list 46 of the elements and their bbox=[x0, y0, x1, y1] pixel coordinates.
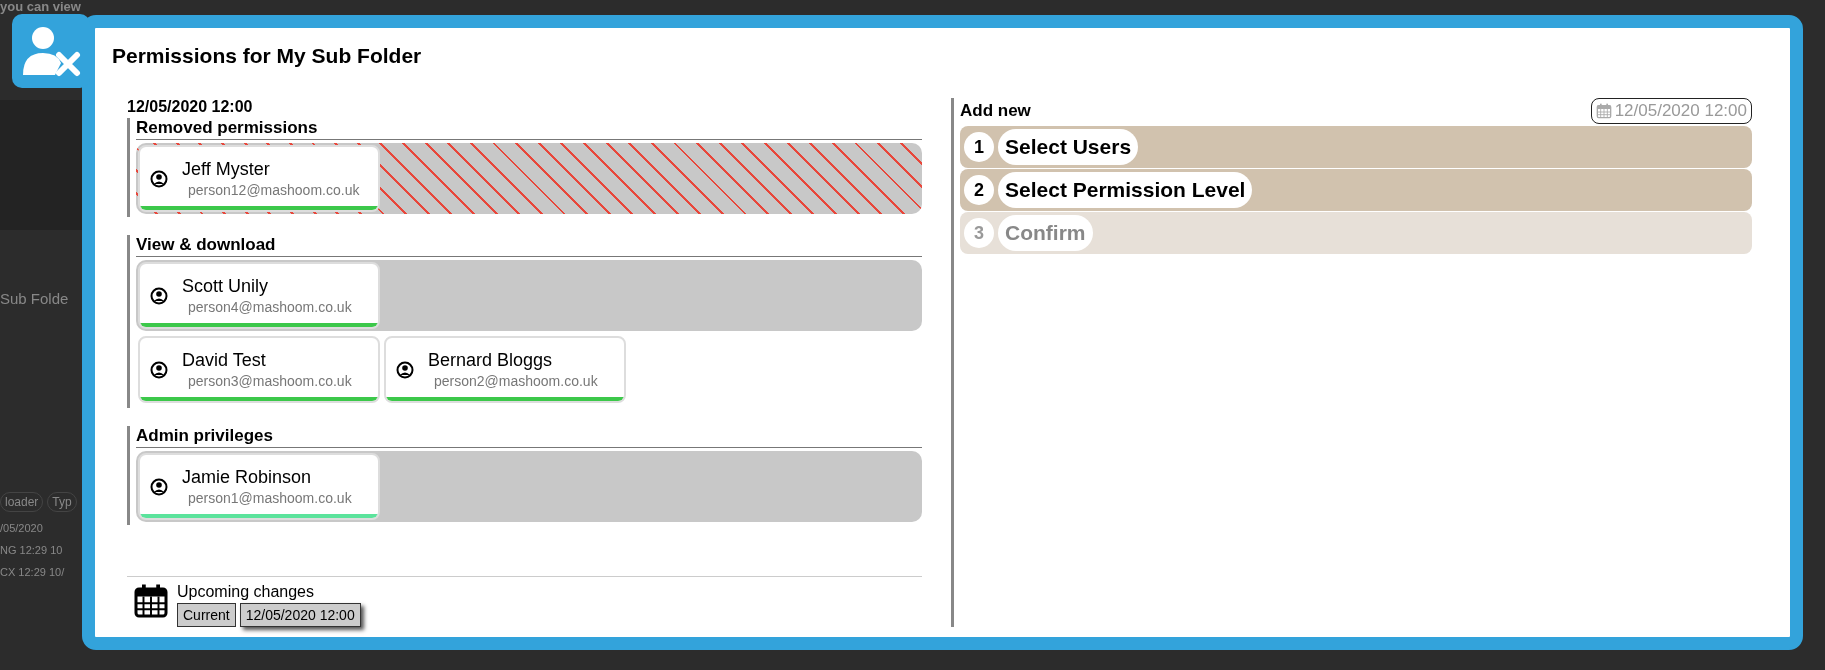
upcoming-label: Upcoming changes bbox=[177, 583, 315, 601]
user-icon bbox=[150, 169, 168, 188]
user-email: person1@mashoom.co.uk bbox=[188, 490, 352, 506]
page-heading: you can view bbox=[0, 0, 81, 14]
user-name: Scott Unily bbox=[182, 276, 270, 297]
section-title: Removed permissions bbox=[136, 118, 922, 140]
date-value: 12/05/2020 12:00 bbox=[1614, 101, 1747, 121]
user-email: person2@mashoom.co.uk bbox=[434, 373, 598, 389]
section-title: View & download bbox=[136, 235, 922, 257]
table-cell: /05/2020 bbox=[0, 522, 43, 534]
folder-name: Sub Folde bbox=[0, 290, 69, 307]
step-label: Confirm bbox=[998, 215, 1093, 251]
remove-user-icon bbox=[21, 25, 81, 77]
calendar-icon bbox=[1595, 103, 1612, 119]
calendar-icon bbox=[133, 583, 169, 619]
wizard-step[interactable]: 1 Select Users bbox=[960, 126, 1752, 168]
step-label: Select Users bbox=[998, 129, 1139, 165]
user-name: David Test bbox=[182, 350, 267, 371]
user-card[interactable]: Scott Unily person4@mashoom.co.uk bbox=[138, 262, 380, 329]
step-number: 3 bbox=[964, 218, 994, 248]
step-label: Select Permission Level bbox=[998, 172, 1253, 208]
date-heading: 12/05/2020 12:00 bbox=[127, 98, 254, 116]
dialog-title: Permissions for My Sub Folder bbox=[112, 44, 423, 68]
section-title: Admin privileges bbox=[136, 426, 922, 448]
date-option[interactable]: 12/05/2020 12:00 bbox=[239, 603, 361, 627]
step-number: 1 bbox=[964, 132, 994, 162]
wizard-step[interactable]: 2 Select Permission Level bbox=[960, 169, 1752, 211]
user-name: Bernard Bloggs bbox=[428, 350, 554, 371]
user-email: person3@mashoom.co.uk bbox=[188, 373, 352, 389]
date-option[interactable]: Current bbox=[177, 603, 236, 627]
user-email: person4@mashoom.co.uk bbox=[188, 299, 352, 315]
table-cell: CX 12:29 10/ bbox=[0, 566, 65, 578]
user-card[interactable]: Jamie Robinson person1@mashoom.co.uk bbox=[138, 453, 380, 520]
user-icon bbox=[150, 477, 168, 496]
user-icon bbox=[396, 360, 414, 379]
user-email: person12@mashoom.co.uk bbox=[188, 182, 360, 198]
user-icon bbox=[150, 360, 168, 379]
add-new-title: Add new bbox=[960, 101, 1031, 121]
user-name: Jeff Myster bbox=[182, 159, 271, 180]
step-number: 2 bbox=[964, 175, 994, 205]
user-card[interactable]: David Test person3@mashoom.co.uk bbox=[138, 336, 380, 403]
user-name: Jamie Robinson bbox=[182, 467, 313, 488]
table-cell: NG 12:29 10 bbox=[0, 544, 63, 556]
user-card[interactable]: Jeff Myster person12@mashoom.co.uk bbox=[138, 145, 380, 212]
user-icon bbox=[150, 286, 168, 305]
user-card[interactable]: Bernard Bloggs person2@mashoom.co.uk bbox=[384, 336, 626, 403]
